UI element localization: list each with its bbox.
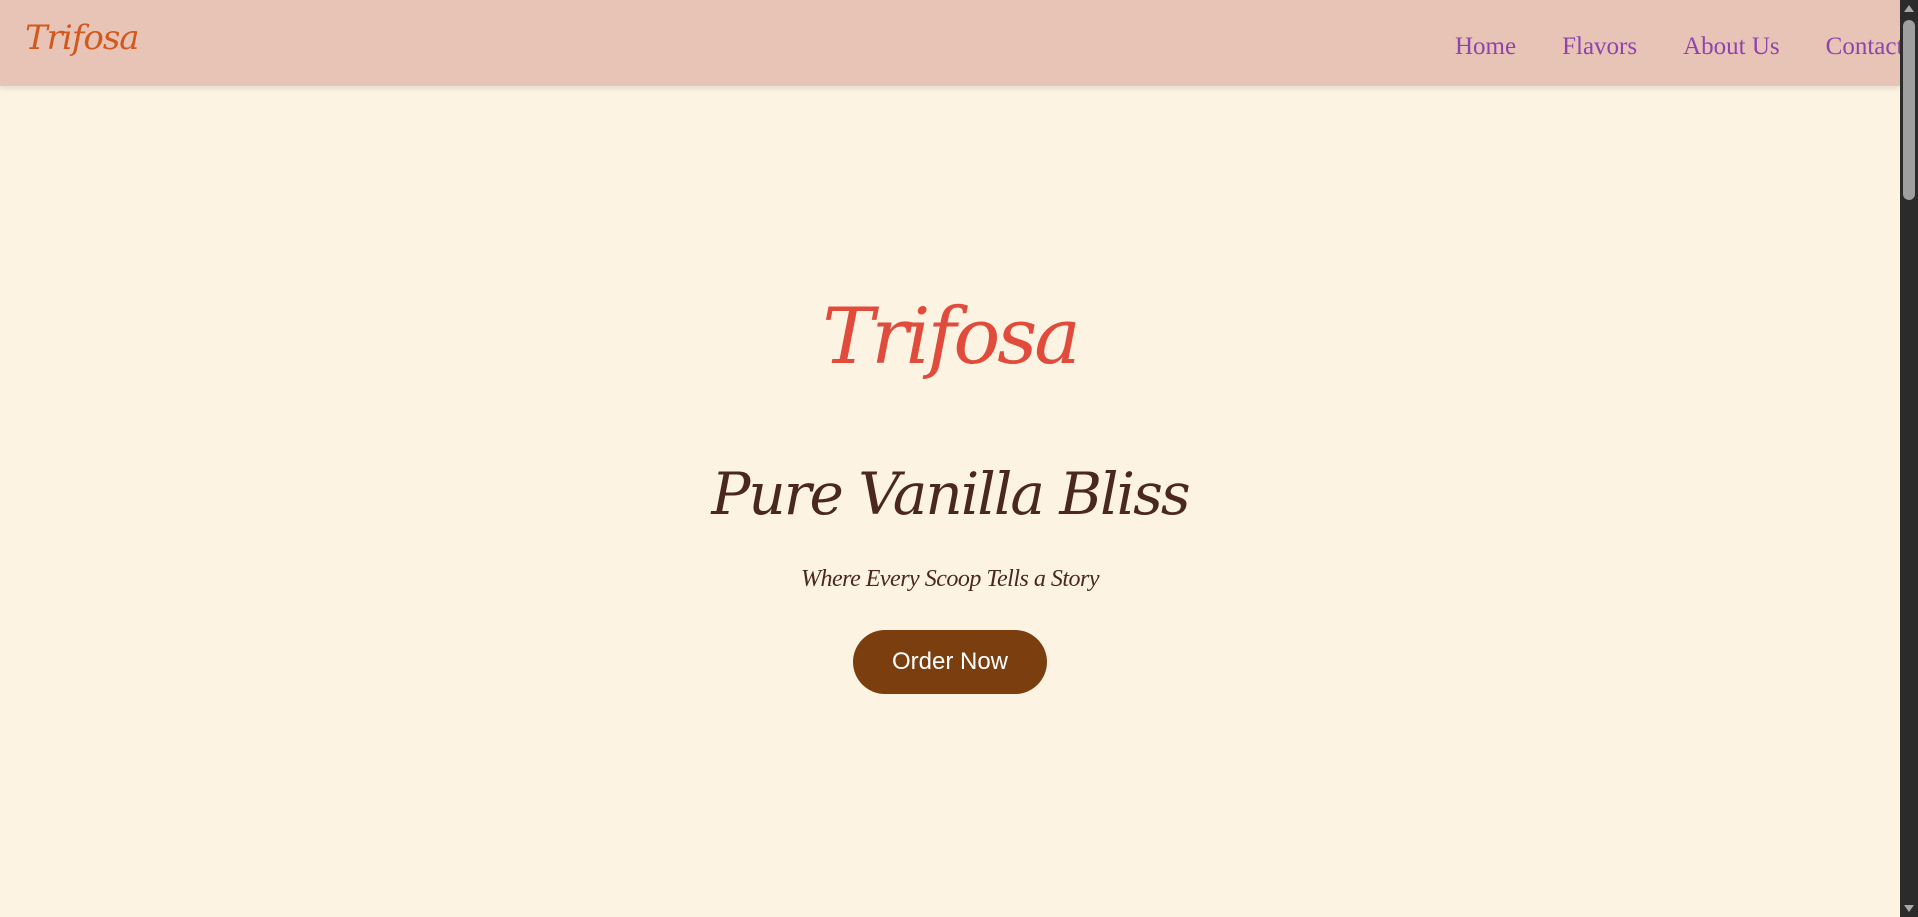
hero-logo: Trifosa	[822, 292, 1081, 382]
vertical-scrollbar[interactable]	[1900, 0, 1918, 917]
nav-link-contact[interactable]: Contact	[1826, 33, 1900, 61]
scrollbar-thumb[interactable]	[1903, 20, 1915, 200]
navbar: Trifosa Home Flavors About Us Contact	[0, 0, 1900, 86]
scroll-down-arrow-icon[interactable]	[1904, 905, 1914, 912]
nav-link-about-us[interactable]: About Us	[1683, 33, 1780, 61]
order-now-button[interactable]: Order Now	[853, 630, 1047, 694]
navbar-logo[interactable]: Trifosa	[25, 18, 140, 58]
nav-link-home[interactable]: Home	[1455, 33, 1516, 61]
hero-subtitle: Where Every Scoop Tells a Story	[801, 566, 1100, 592]
nav-links: Home Flavors About Us Contact	[1455, 33, 1900, 61]
hero-title: Pure Vanilla Bliss	[711, 460, 1190, 528]
nav-link-flavors[interactable]: Flavors	[1562, 33, 1637, 61]
page: Trifosa Home Flavors About Us Contact Tr…	[0, 0, 1900, 917]
scroll-up-arrow-icon[interactable]	[1904, 5, 1914, 12]
